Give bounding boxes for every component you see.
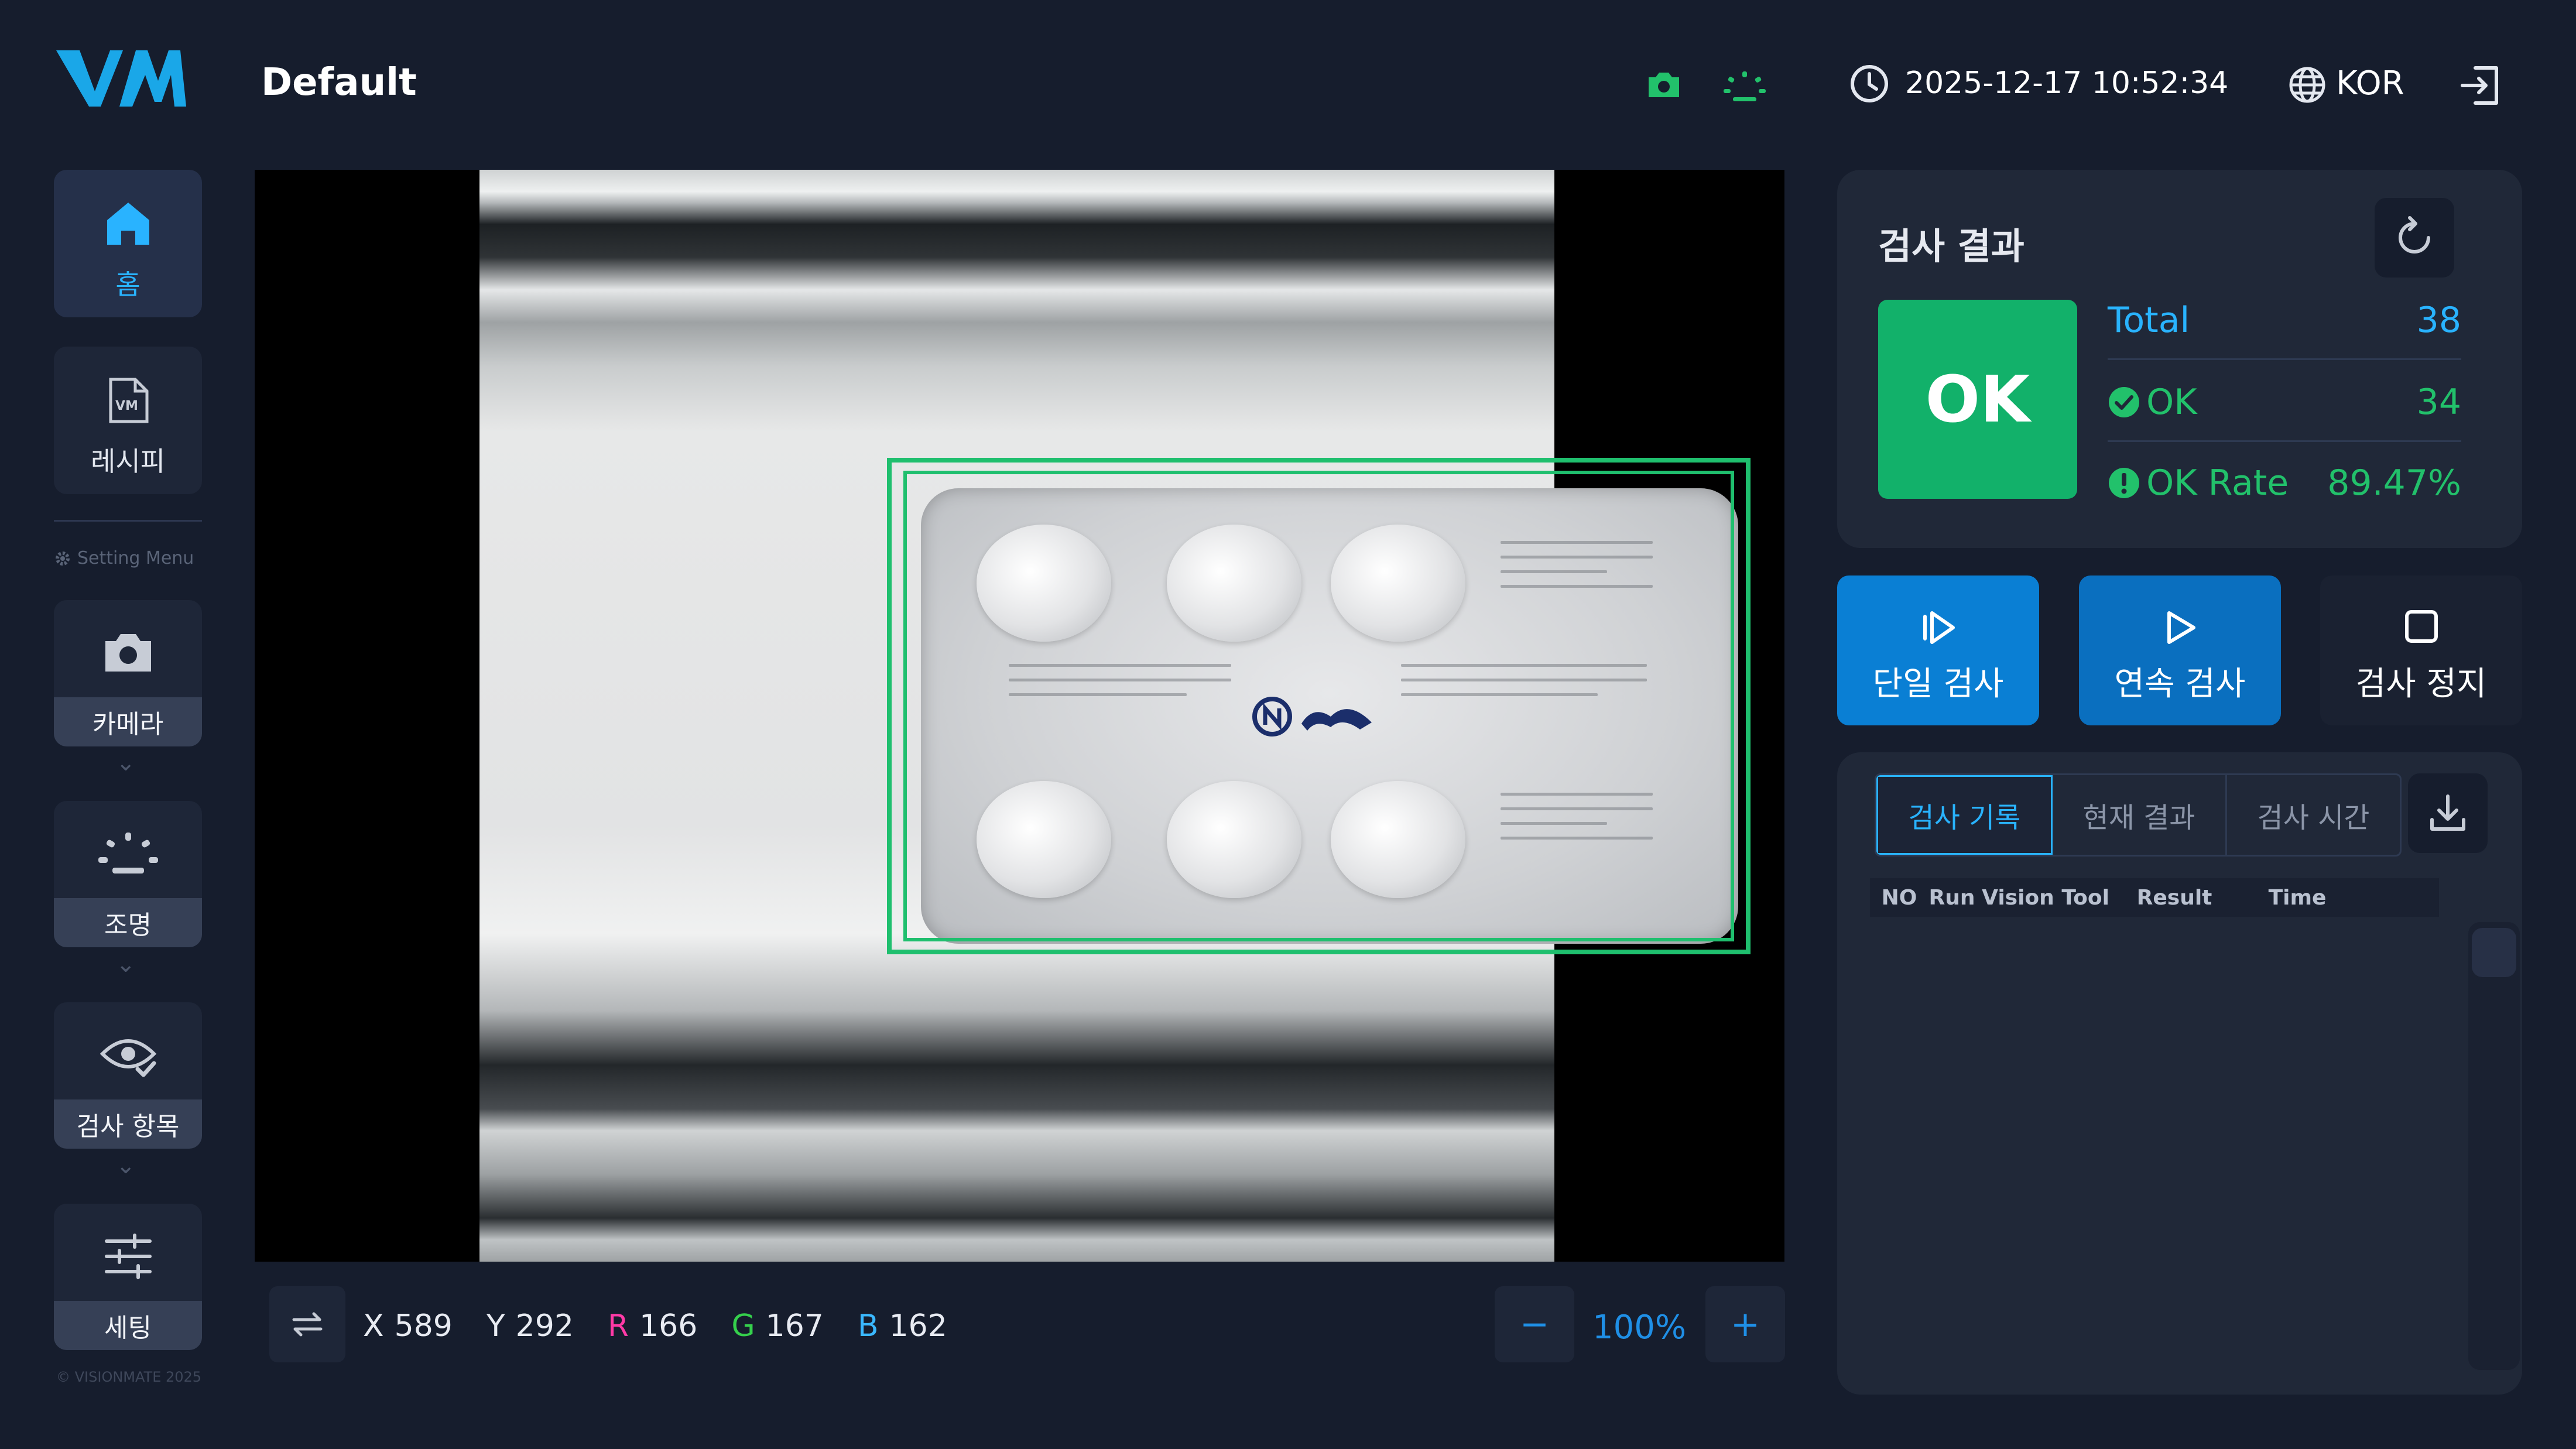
blue-value: B 162 bbox=[857, 1308, 947, 1344]
column-header: Time bbox=[2268, 885, 2327, 910]
total-count-row: Total 38 bbox=[2108, 282, 2461, 360]
inspection-result-panel: 검사 결과 OK Total 38 OK 34 OK Rate 89.47% bbox=[1837, 170, 2522, 548]
sidebar-item-home[interactable]: 홈 bbox=[54, 170, 202, 317]
sidebar-divider bbox=[54, 520, 202, 522]
pixel-info: X 589 Y 292 R 166 G 167 B 162 bbox=[363, 1308, 947, 1344]
log-scrollbar-thumb[interactable] bbox=[2472, 928, 2516, 977]
result-status-badge: OK bbox=[1878, 300, 2077, 499]
alert-circle-icon bbox=[2109, 468, 2139, 498]
green-value: G 167 bbox=[731, 1308, 824, 1344]
download-icon bbox=[2430, 794, 2465, 831]
roi-inner-box bbox=[903, 471, 1734, 941]
recipe-file-icon: VM bbox=[109, 378, 148, 423]
sidebar-item-label: 조명 bbox=[54, 898, 202, 947]
roi-box[interactable] bbox=[887, 458, 1751, 954]
visionmate-logo bbox=[56, 50, 186, 107]
stop-inspection-button[interactable]: 검사 정지 bbox=[2320, 576, 2522, 725]
ok-label: OK bbox=[2146, 382, 2197, 423]
svg-text:VM: VM bbox=[115, 399, 138, 413]
sidebar-item-recipe[interactable]: VM 레시피 bbox=[54, 347, 202, 494]
tab-inspection-time[interactable]: 검사 시간 bbox=[2227, 775, 2400, 855]
zoom-out-button[interactable]: − bbox=[1495, 1286, 1574, 1362]
recipe-title: Default bbox=[261, 61, 417, 104]
ok-rate-label: OK Rate bbox=[2146, 463, 2289, 503]
chevron-down-icon: ⌄ bbox=[116, 1152, 136, 1179]
logout-icon[interactable] bbox=[2458, 63, 2502, 108]
sidebar-item-label: 세팅 bbox=[54, 1301, 202, 1350]
clock-icon bbox=[1851, 65, 1888, 102]
sidebar-item-label: 카메라 bbox=[54, 697, 202, 746]
log-scrollbar-track[interactable] bbox=[2468, 922, 2520, 1370]
current-datetime: 2025-12-17 10:52:34 bbox=[1905, 66, 2229, 101]
tab-inspection-history[interactable]: 검사 기록 bbox=[1876, 775, 2053, 855]
home-icon bbox=[107, 203, 149, 245]
refresh-icon bbox=[2399, 216, 2430, 254]
stop-icon bbox=[2404, 610, 2438, 643]
copyright-text: © VISIONMATE 2025 bbox=[56, 1369, 202, 1385]
log-tabs: 검사 기록 현재 결과 검사 시간 bbox=[1875, 773, 2402, 857]
single-inspection-label: 단일 검사 bbox=[1872, 665, 2004, 703]
zoom-in-button[interactable]: + bbox=[1705, 1286, 1785, 1362]
result-title: 검사 결과 bbox=[1878, 225, 2025, 268]
sidebar-item-lighting[interactable]: 조명 bbox=[54, 801, 202, 947]
language-selector[interactable]: KOR bbox=[2336, 64, 2404, 102]
camera-icon bbox=[105, 634, 151, 672]
ok-value: 34 bbox=[2416, 382, 2461, 423]
check-circle-icon bbox=[2109, 387, 2139, 417]
column-header: Result bbox=[2136, 885, 2212, 910]
sidebar-item-camera[interactable]: 카메라 bbox=[54, 600, 202, 746]
tab-current-result[interactable]: 현재 결과 bbox=[2053, 775, 2227, 855]
eye-check-icon bbox=[100, 1039, 156, 1077]
column-header: Run bbox=[1928, 885, 1975, 910]
play-icon bbox=[2167, 611, 2195, 644]
download-button[interactable] bbox=[2408, 773, 2488, 853]
sidebar-item-label: 검사 항목 bbox=[54, 1099, 202, 1149]
lighting-icon bbox=[98, 833, 158, 873]
viewer-status-bar: X 589 Y 292 R 166 G 167 B 162 − 100% + bbox=[255, 1262, 1785, 1396]
sidebar-item-label: 레시피 bbox=[91, 446, 165, 477]
column-header: NO bbox=[1881, 885, 1917, 910]
stop-inspection-label: 검사 정지 bbox=[2355, 665, 2487, 703]
chevron-down-icon: ⌄ bbox=[116, 951, 136, 978]
ok-rate-row: OK Rate 89.47% bbox=[2108, 445, 2461, 521]
red-value: R 166 bbox=[607, 1308, 698, 1344]
sidebar-item-settings[interactable]: 세팅 bbox=[54, 1204, 202, 1350]
reset-button[interactable] bbox=[2375, 198, 2454, 278]
chevron-down-icon: ⌄ bbox=[116, 749, 136, 776]
swap-arrows-icon bbox=[292, 1312, 323, 1337]
globe-icon[interactable] bbox=[2288, 66, 2327, 104]
swap-view-button[interactable] bbox=[269, 1286, 345, 1362]
gear-icon bbox=[56, 551, 70, 566]
single-inspection-button[interactable]: 단일 검사 bbox=[1837, 576, 2039, 725]
sidebar-item-inspection[interactable]: 검사 항목 bbox=[54, 1002, 202, 1149]
image-viewer[interactable] bbox=[255, 170, 1784, 1262]
continuous-inspection-label: 연속 검사 bbox=[2114, 665, 2246, 703]
sliders-icon bbox=[104, 1234, 152, 1279]
setting-menu-heading: Setting Menu bbox=[54, 548, 194, 568]
play-once-icon bbox=[1923, 611, 1955, 644]
zoom-level: 100% bbox=[1592, 1308, 1687, 1347]
inspection-log-panel: 검사 기록 현재 결과 검사 시간 NO Run Vision Tool Res… bbox=[1837, 752, 2522, 1395]
sidebar-item-label: 홈 bbox=[115, 269, 141, 300]
total-value: 38 bbox=[2416, 300, 2461, 341]
continuous-inspection-button[interactable]: 연속 검사 bbox=[2079, 576, 2281, 725]
y-coordinate: Y 292 bbox=[486, 1308, 574, 1344]
ok-count-row: OK 34 bbox=[2108, 364, 2461, 442]
camera-status-icon bbox=[1649, 73, 1679, 97]
column-header: Vision Tool bbox=[1982, 885, 2109, 910]
total-label: Total bbox=[2108, 300, 2190, 341]
log-table-header: NO Run Vision Tool Result Time bbox=[1870, 878, 2439, 917]
ok-rate-value: 89.47% bbox=[2327, 463, 2461, 503]
x-coordinate: X 589 bbox=[363, 1308, 453, 1344]
light-status-icon bbox=[1724, 71, 1766, 101]
